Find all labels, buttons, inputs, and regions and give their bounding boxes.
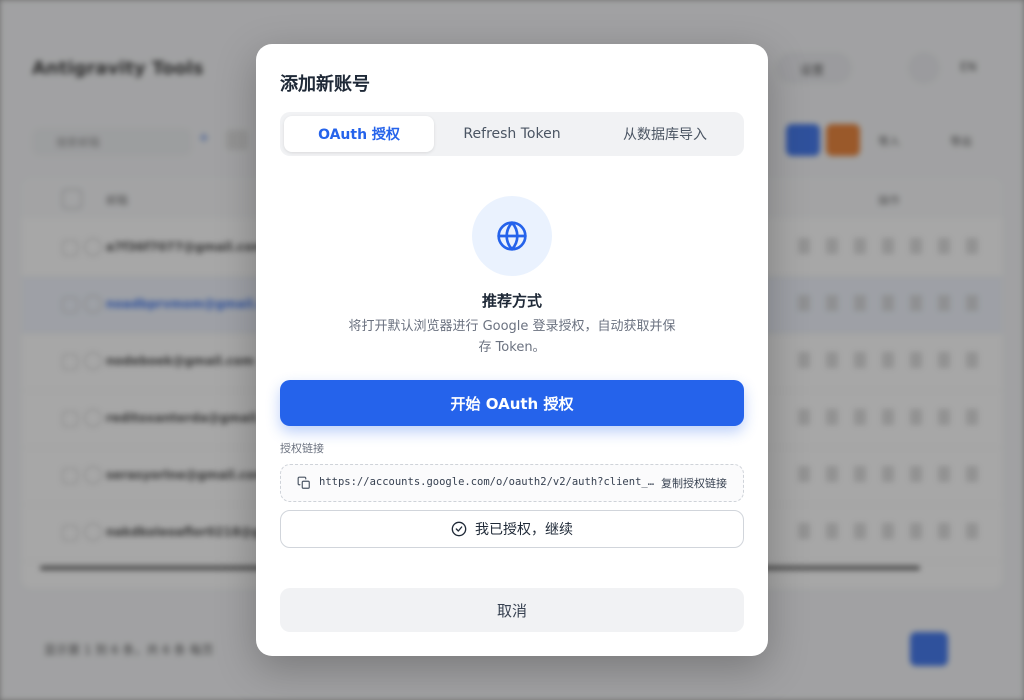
start-oauth-button[interactable]: 开始 OAuth 授权	[280, 380, 744, 426]
auth-url-text: https://accounts.google.com/o/oauth2/v2/…	[319, 476, 655, 488]
globe-icon-badge	[472, 196, 552, 276]
authorized-continue-button[interactable]: 我已授权，继续	[280, 510, 744, 548]
globe-icon	[497, 221, 527, 251]
recommend-title: 推荐方式	[481, 292, 542, 310]
copy-link-button[interactable]: 复制授权链接	[661, 475, 727, 491]
recommend-description: 将打开默认浏览器进行 Google 登录授权，自动获取并保存 Token。	[348, 319, 676, 355]
tab-oauth[interactable]: OAuth 授权	[284, 116, 434, 152]
dialog-title: 添加新账号	[280, 74, 370, 95]
tab-database-import[interactable]: 从数据库导入	[590, 116, 740, 152]
auth-link-label: 授权链接	[280, 442, 324, 455]
add-account-dialog: 添加新账号 OAuth 授权 Refresh Token 从数据库导入 推荐方式…	[256, 44, 768, 656]
cancel-button[interactable]: 取消	[280, 588, 744, 632]
tab-refresh-token[interactable]: Refresh Token	[437, 116, 587, 152]
auth-link-box: https://accounts.google.com/o/oauth2/v2/…	[280, 464, 744, 502]
continue-button-label: 我已授权，继续	[475, 522, 573, 538]
copy-icon[interactable]	[297, 476, 311, 490]
check-circle-icon	[451, 521, 467, 537]
auth-method-tabs: OAuth 授权 Refresh Token 从数据库导入	[280, 112, 744, 156]
